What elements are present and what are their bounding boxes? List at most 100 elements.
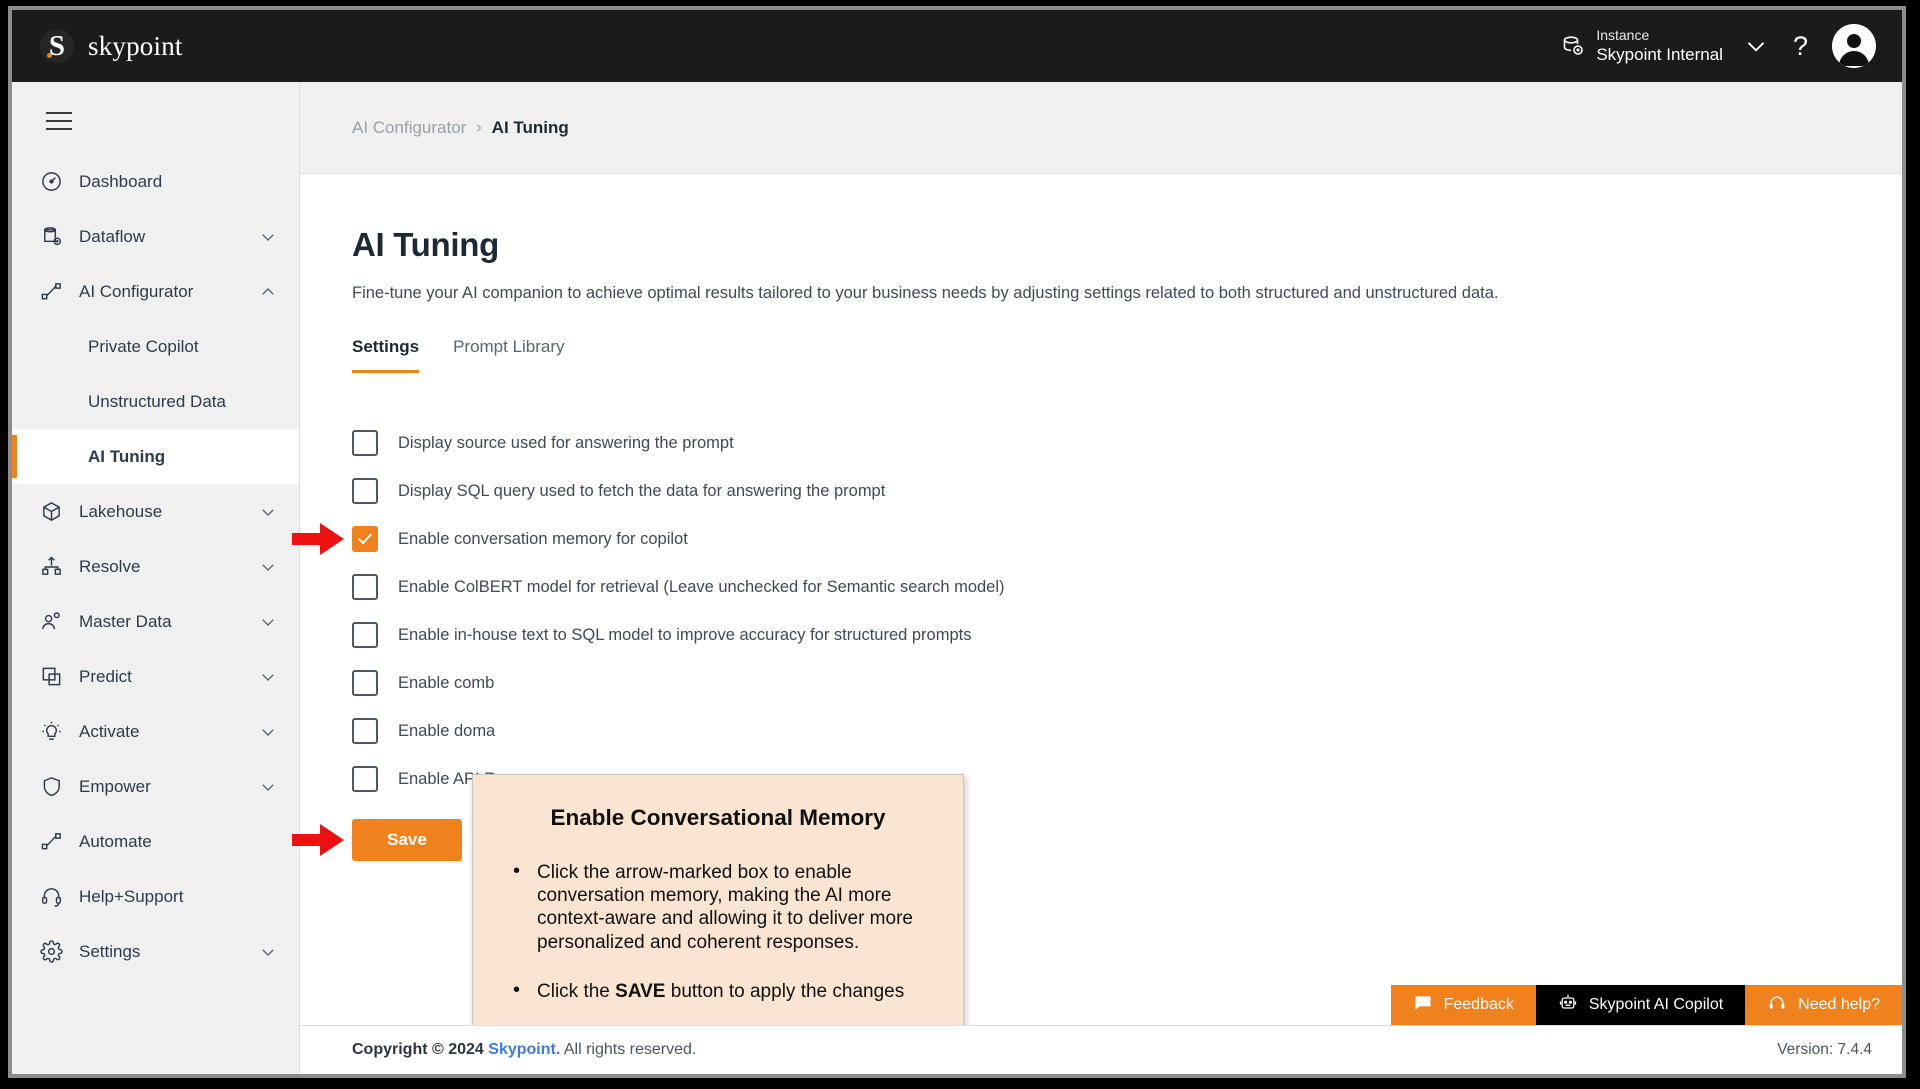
sidebar-item-empower[interactable]: Empower xyxy=(12,759,299,814)
sidebar-item-label: Lakehouse xyxy=(79,501,163,521)
checkbox-display-source[interactable] xyxy=(352,430,378,456)
version-label: Version: 7.4.4 xyxy=(1777,1041,1872,1058)
chevron-down-icon[interactable] xyxy=(259,558,277,576)
tab-prompt-library[interactable]: Prompt Library xyxy=(453,337,564,373)
sidebar-item-label: Empower xyxy=(79,776,151,796)
sidebar-item-label: Master Data xyxy=(79,611,172,631)
breadcrumb-current: AI Tuning xyxy=(491,117,569,137)
chevron-down-icon[interactable] xyxy=(1743,33,1769,59)
sidebar-item-label: Help+Support xyxy=(79,886,184,906)
resolve-icon xyxy=(40,555,63,578)
action-label: Need help? xyxy=(1798,996,1880,1013)
checkbox-display-sql-query[interactable] xyxy=(352,478,378,504)
sidebar-item-label: Resolve xyxy=(79,556,141,576)
lakehouse-icon xyxy=(40,500,63,523)
chevron-down-icon[interactable] xyxy=(259,613,277,631)
skypoint-link[interactable]: Skypoint. xyxy=(488,1041,560,1058)
help-question-icon[interactable]: ? xyxy=(1789,32,1812,60)
instance-text: Instance Skypoint Internal xyxy=(1596,27,1723,66)
breadcrumb-separator-icon: › xyxy=(476,118,482,136)
instance-label: Instance xyxy=(1596,26,1650,43)
chevron-down-icon[interactable] xyxy=(259,503,277,521)
checkbox-enable-api-re[interactable] xyxy=(352,766,378,792)
chevron-down-icon[interactable] xyxy=(259,943,277,961)
sidebar-item-help-support[interactable]: Help+Support xyxy=(12,869,299,924)
page-description: Fine-tune your AI companion to achieve o… xyxy=(352,284,1499,302)
action-label: Skypoint AI Copilot xyxy=(1588,996,1724,1013)
checkbox-row: Enable in-house text to SQL model to imp… xyxy=(352,611,1902,659)
callout-bullet-list: Click the arrow-marked box to enable con… xyxy=(507,859,929,1003)
checkbox-enable-combined[interactable] xyxy=(352,670,378,696)
avatar[interactable] xyxy=(1832,24,1876,68)
main-content-area: AI Configurator › AI Tuning AI Tuning Fi… xyxy=(292,82,1902,1074)
sidebar-item-resolve[interactable]: Resolve xyxy=(12,539,299,594)
headset-icon xyxy=(1767,993,1787,1018)
dashboard-icon xyxy=(40,170,63,193)
chevron-up-icon[interactable] xyxy=(259,283,277,301)
sidebar-item-predict[interactable]: Predict xyxy=(12,649,299,704)
checkbox-row: Enable conversation memory for copilot xyxy=(292,515,1902,563)
dataflow-icon xyxy=(40,225,63,248)
sidebar-item-label: Dashboard xyxy=(79,171,163,191)
checkbox-row: Enable comb xyxy=(352,659,1902,707)
sidebar-subitem-label: Private Copilot xyxy=(88,336,199,356)
checkbox-row: Enable ColBERT model for retrieval (Leav… xyxy=(352,563,1902,611)
chevron-down-icon[interactable] xyxy=(259,668,277,686)
checkbox-label: Enable comb xyxy=(398,673,495,692)
checkbox-row: Display source used for answering the pr… xyxy=(352,419,1902,467)
tab-bar: Settings Prompt Library xyxy=(352,337,1902,373)
sidebar-item-automate[interactable]: Automate xyxy=(12,814,299,869)
checkbox-row: Enable doma xyxy=(352,707,1902,755)
hamburger-menu-icon[interactable] xyxy=(12,82,72,154)
breadcrumb-parent[interactable]: AI Configurator xyxy=(352,118,466,138)
callout-bullet-2-pre: Click the xyxy=(537,980,616,1002)
sidebar-item-settings[interactable]: Settings xyxy=(12,924,299,979)
brand-logo[interactable]: S skypoint xyxy=(12,29,183,63)
feedback-button[interactable]: Feedback xyxy=(1390,985,1536,1025)
instance-icon xyxy=(1561,34,1585,58)
tab-settings[interactable]: Settings xyxy=(352,337,420,373)
settings-icon xyxy=(40,940,63,963)
sidebar-navigation: Dashboard Dataflow AI Configurator Priva… xyxy=(12,82,300,1074)
sidebar-item-label: Dataflow xyxy=(79,226,146,246)
sidebar-item-dataflow[interactable]: Dataflow xyxy=(12,209,299,264)
checkbox-label: Enable in-house text to SQL model to imp… xyxy=(398,625,972,644)
tab-label: Prompt Library xyxy=(453,337,565,356)
sidebar-item-private-copilot[interactable]: Private Copilot xyxy=(12,319,299,374)
checkbox-label: Enable doma xyxy=(398,721,496,740)
sidebar-item-label: Settings xyxy=(79,941,141,961)
skypoint-ai-copilot-button[interactable]: Skypoint AI Copilot xyxy=(1535,985,1746,1025)
save-button[interactable]: Save xyxy=(352,819,462,861)
sidebar-item-unstructured-data[interactable]: Unstructured Data xyxy=(12,374,299,429)
sidebar-item-ai-configurator[interactable]: AI Configurator xyxy=(12,264,299,319)
sidebar-item-dashboard[interactable]: Dashboard xyxy=(12,154,299,209)
automate-icon xyxy=(40,830,63,853)
checkbox-label: Display source used for answering the pr… xyxy=(398,433,734,452)
checkbox-enable-conversation-memory[interactable] xyxy=(352,526,378,552)
checkbox-enable-in-house-text-to-sql[interactable] xyxy=(352,622,378,648)
need-help-button[interactable]: Need help? xyxy=(1745,985,1902,1025)
sidebar-item-activate[interactable]: Activate xyxy=(12,704,299,759)
chevron-down-icon[interactable] xyxy=(259,228,277,246)
header-right-group: Instance Skypoint Internal ? xyxy=(1561,24,1902,68)
skypoint-logo-icon: S xyxy=(40,29,74,63)
sidebar-item-ai-tuning[interactable]: AI Tuning xyxy=(12,429,299,484)
chevron-down-icon[interactable] xyxy=(259,723,277,741)
sidebar-item-label: Predict xyxy=(79,666,132,686)
empower-icon xyxy=(40,775,63,798)
red-arrow-pointer-checkbox xyxy=(290,520,346,558)
checkbox-enable-domain[interactable] xyxy=(352,718,378,744)
predict-icon xyxy=(40,665,63,688)
sidebar-item-master-data[interactable]: Master Data xyxy=(12,594,299,649)
callout-bullet-2-bold: SAVE xyxy=(615,980,666,1002)
top-header-bar: S skypoint Instance Skypoint Internal ? xyxy=(12,10,1902,82)
chevron-down-icon[interactable] xyxy=(259,778,277,796)
master-data-icon xyxy=(40,610,63,633)
copyright-prefix: Copyright © 2024 xyxy=(352,1041,489,1058)
action-label: Feedback xyxy=(1443,996,1514,1013)
settings-panel: AI Tuning Fine-tune your AI companion to… xyxy=(292,174,1902,1038)
sidebar-item-lakehouse[interactable]: Lakehouse xyxy=(12,484,299,539)
instance-selector[interactable]: Instance Skypoint Internal xyxy=(1561,27,1723,66)
checkbox-enable-colbert-model[interactable] xyxy=(352,574,378,600)
robot-icon xyxy=(1558,993,1578,1018)
